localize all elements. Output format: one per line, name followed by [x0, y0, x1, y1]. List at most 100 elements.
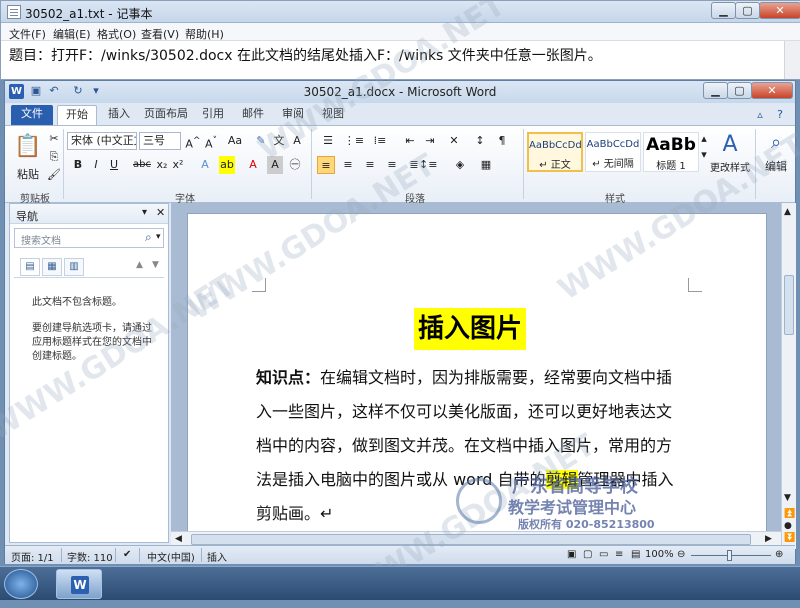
tab-view[interactable]: 视图: [317, 105, 349, 125]
outline-icon[interactable]: ≡: [615, 549, 623, 560]
language-indicator[interactable]: 中文(中国): [147, 549, 195, 564]
print-layout-icon[interactable]: ▣: [567, 549, 576, 560]
menu-file[interactable]: 文件(F): [9, 26, 46, 42]
zoom-in-icon[interactable]: ⊕: [775, 549, 783, 560]
prev-result-icon[interactable]: ▲: [136, 260, 143, 270]
style-heading-1[interactable]: AaBb 标题 1: [643, 132, 699, 172]
underline-icon[interactable]: U: [107, 156, 121, 174]
shrink-font-icon[interactable]: A˅: [203, 132, 219, 151]
grow-font-icon[interactable]: A^: [185, 132, 201, 151]
close-button[interactable]: ✕: [759, 2, 800, 19]
bold-icon[interactable]: B: [71, 156, 85, 174]
menu-view[interactable]: 查看(V): [141, 26, 179, 42]
shading-icon[interactable]: ◈: [451, 156, 469, 174]
maximize-button[interactable]: ▢: [735, 2, 760, 19]
style-normal[interactable]: AaBbCcDd ↵ 正文: [527, 132, 583, 172]
scroll-left-icon[interactable]: ◀: [175, 534, 182, 544]
minimize-button[interactable]: ▁: [711, 2, 736, 19]
results-view-icon[interactable]: ▥: [64, 258, 84, 276]
show-marks-icon[interactable]: ¶: [493, 132, 511, 150]
highlight-icon[interactable]: ab: [219, 156, 235, 174]
clear-format-icon[interactable]: ✎: [253, 132, 269, 150]
menu-help[interactable]: 帮助(H): [185, 26, 224, 42]
subscript-icon[interactable]: x₂: [155, 156, 169, 174]
text-effects-icon[interactable]: A: [197, 156, 213, 174]
paragraph-line[interactable]: 档中的内容，做到图文并茂。在文档中插入图片，常用的方: [256, 432, 672, 456]
word-close-button[interactable]: ✕: [751, 82, 793, 99]
italic-icon[interactable]: I: [89, 156, 103, 174]
multilevel-list-icon[interactable]: ⁞≡: [369, 132, 391, 150]
char-shading-icon[interactable]: A: [267, 156, 283, 174]
word-titlebar[interactable]: W ▣ ↶ ↻ ▾ 30502_a1.docx - Microsoft Word…: [5, 81, 795, 103]
paragraph-line[interactable]: 入一些图片，这样不仅可以美化版面，还可以更好地表达文: [256, 398, 672, 422]
notepad-scrollbar[interactable]: [784, 41, 800, 79]
align-center-icon[interactable]: ≡: [339, 156, 357, 174]
nav-menu-icon[interactable]: ▾: [142, 207, 147, 218]
minimize-ribbon-icon[interactable]: ▵: [753, 108, 767, 122]
vertical-scrollbar[interactable]: ▲ ▼ ⏫ ● ⏬: [781, 203, 796, 549]
font-size-select[interactable]: 三号: [139, 132, 181, 150]
paragraph-line[interactable]: 剪贴画。↵: [256, 500, 333, 524]
line-spacing-icon[interactable]: ↕≡: [419, 156, 437, 174]
chinese-layout-icon[interactable]: ✕: [445, 132, 463, 150]
taskbar-word-button[interactable]: W: [56, 569, 102, 599]
sort-icon[interactable]: ↕: [471, 132, 489, 150]
scroll-right-icon[interactable]: ▶: [765, 534, 772, 544]
tab-file[interactable]: 文件: [11, 105, 53, 125]
enclose-char-icon[interactable]: ㊀: [287, 156, 303, 174]
scroll-thumb[interactable]: [784, 275, 794, 335]
word-maximize-button[interactable]: ▢: [727, 82, 752, 99]
next-page-icon[interactable]: ⏬: [784, 533, 795, 543]
hscroll-thumb[interactable]: [191, 534, 751, 545]
prev-page-icon[interactable]: ⏫: [784, 509, 795, 519]
font-color-icon[interactable]: A: [245, 156, 261, 174]
align-left-icon[interactable]: ≡: [317, 156, 335, 174]
font-name-select[interactable]: 宋体 (中文正文): [67, 132, 137, 150]
paste-button[interactable]: 粘贴: [11, 166, 45, 184]
styles-scroll-down-icon[interactable]: ▾: [699, 146, 709, 164]
zoom-out-icon[interactable]: ⊖: [677, 549, 685, 560]
tab-mailings[interactable]: 邮件: [237, 105, 269, 125]
editing-button[interactable]: 编辑: [759, 158, 793, 176]
justify-icon[interactable]: ≡: [383, 156, 401, 174]
pages-view-icon[interactable]: ▦: [42, 258, 62, 276]
insert-mode[interactable]: 插入: [207, 549, 227, 564]
tab-home[interactable]: 开始: [57, 105, 97, 125]
search-options-icon[interactable]: ▾: [156, 232, 161, 242]
nav-search-input[interactable]: 搜索文档: [21, 232, 61, 247]
page-count[interactable]: 页面: 1/1: [11, 549, 54, 564]
char-border-icon[interactable]: A: [289, 132, 305, 150]
change-styles-icon[interactable]: A: [711, 130, 749, 157]
style-no-spacing[interactable]: AaBbCcDd ↵ 无间隔: [585, 132, 641, 172]
format-painter-icon[interactable]: 🖌: [47, 166, 61, 184]
tab-references[interactable]: 引用: [197, 105, 229, 125]
web-layout-icon[interactable]: ▭: [599, 549, 608, 560]
scroll-up-icon[interactable]: ▲: [784, 207, 791, 217]
nav-search-box[interactable]: 搜索文档 ⌕ ▾: [14, 228, 164, 248]
notepad-content[interactable]: 题目：打开F：/winks/30502.docx 在此文档的结尾处插入F：/wi…: [9, 45, 602, 65]
copy-icon[interactable]: ⎘: [47, 148, 61, 166]
headings-view-icon[interactable]: ▤: [20, 258, 40, 276]
phonetic-guide-icon[interactable]: 文: [271, 132, 287, 150]
paste-icon[interactable]: 📋: [11, 130, 45, 170]
start-button[interactable]: [4, 569, 38, 599]
tab-insert[interactable]: 插入: [101, 105, 137, 125]
tab-page-layout[interactable]: 页面布局: [141, 105, 191, 125]
strikethrough-icon[interactable]: abc: [133, 156, 151, 174]
cut-icon[interactable]: ✂: [47, 130, 61, 148]
full-screen-icon[interactable]: ▢: [583, 549, 592, 560]
menu-edit[interactable]: 编辑(E): [53, 26, 91, 42]
change-styles-button[interactable]: 更改样式: [709, 160, 751, 178]
scroll-down-icon[interactable]: ▼: [784, 493, 791, 503]
nav-close-icon[interactable]: ✕: [156, 206, 165, 219]
change-case-icon[interactable]: Aa: [225, 132, 245, 150]
browse-object-icon[interactable]: ●: [784, 521, 792, 531]
word-minimize-button[interactable]: ▁: [703, 82, 728, 99]
tab-review[interactable]: 审阅: [277, 105, 309, 125]
document-heading[interactable]: 插入图片: [414, 308, 527, 350]
menu-format[interactable]: 格式(O): [97, 26, 136, 42]
decrease-indent-icon[interactable]: ⇤: [401, 132, 419, 150]
align-right-icon[interactable]: ≡: [361, 156, 379, 174]
notepad-titlebar[interactable]: 30502_a1.txt - 记事本 ▁ ▢ ✕: [1, 1, 800, 23]
paragraph-line[interactable]: 知识点：在编辑文档时，因为排版需要，经常要向文档中插: [256, 364, 672, 388]
